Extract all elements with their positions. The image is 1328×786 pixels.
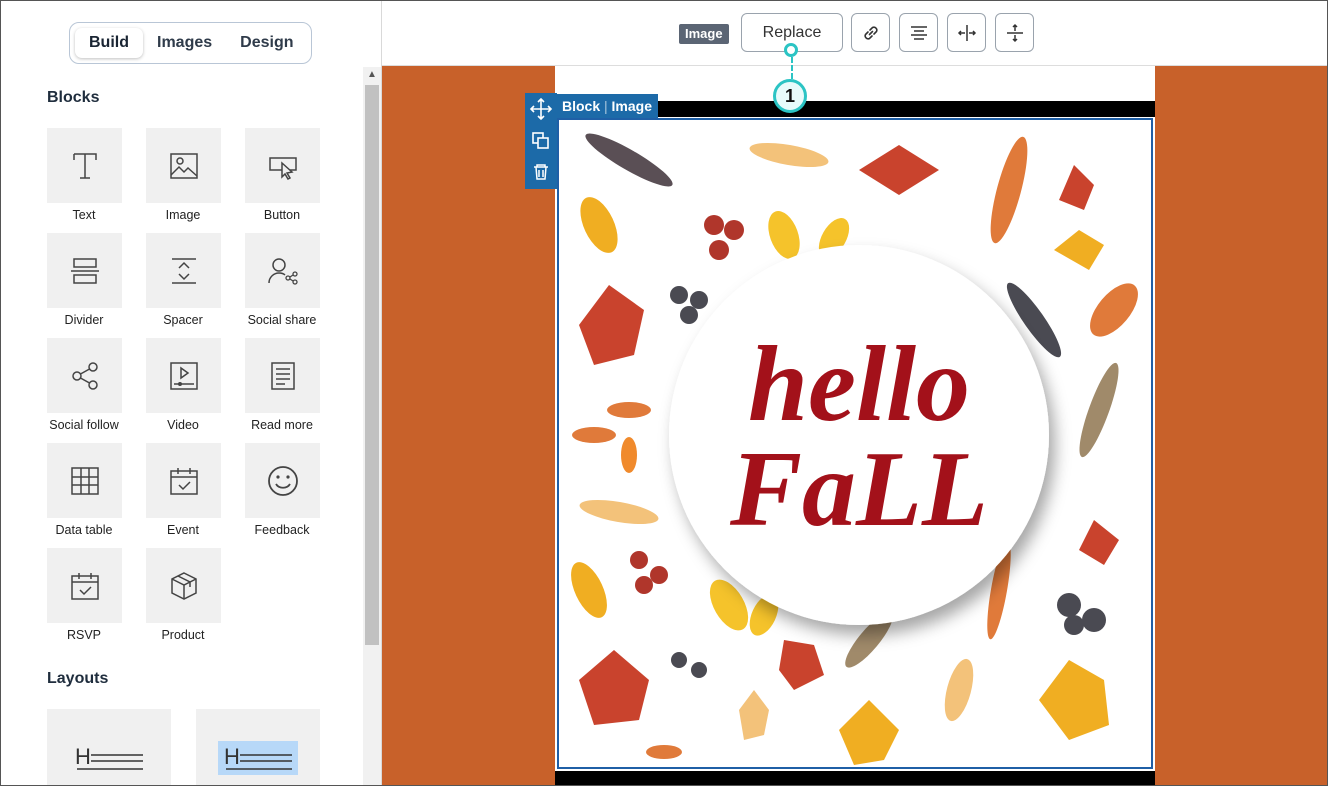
block-label: Divider (64, 313, 104, 327)
link-icon (863, 25, 878, 40)
block-label: Image (165, 208, 201, 222)
feedback-icon (267, 465, 298, 496)
block-label: Event (167, 523, 199, 537)
divider-icon (70, 257, 99, 284)
block-tools-icons (529, 97, 553, 180)
align-center-icon (910, 25, 927, 40)
callout-line (791, 57, 793, 79)
block-label: Text (72, 208, 96, 222)
image-bottom-border (555, 771, 1155, 785)
event-icon (169, 467, 198, 495)
duplicate-icon[interactable] (532, 132, 549, 149)
block-event[interactable] (146, 443, 221, 518)
block-text[interactable] (47, 128, 122, 203)
button-icon (268, 156, 297, 180)
blocks-title: Blocks (47, 89, 100, 106)
block-divider[interactable] (47, 233, 122, 308)
block-label: Social share (247, 313, 317, 327)
block-label: Spacer (163, 313, 203, 327)
block-tools (525, 93, 557, 189)
block-label: Product (161, 628, 205, 642)
block-label: Social follow (49, 418, 119, 432)
callout-number: 1 (773, 79, 807, 113)
block-label: RSVP (66, 628, 102, 642)
svg-text:H: H (75, 744, 91, 769)
data-table-icon (70, 466, 99, 495)
layouts-title: Layouts (47, 670, 109, 687)
block-product[interactable] (146, 548, 221, 623)
align-button[interactable] (899, 13, 938, 52)
image-icon (169, 152, 198, 179)
fit-height-button[interactable] (995, 13, 1034, 52)
sidebar-tabs: Build Images Design (69, 22, 312, 64)
image-text-hello: hello (748, 325, 970, 444)
block-label: Read more (251, 418, 313, 432)
social-share-icon (267, 257, 298, 285)
fit-width-button[interactable] (947, 13, 986, 52)
block-rsvp[interactable] (47, 548, 122, 623)
layout-heading-text[interactable]: H (47, 709, 171, 785)
block-label: Button (263, 208, 301, 222)
fit-height-icon (1006, 23, 1023, 42)
sidebar-scroll-thumb[interactable] (365, 85, 379, 645)
block-image[interactable] (146, 128, 221, 203)
block-spacer[interactable] (146, 233, 221, 308)
layout-heading-highlight[interactable]: H (196, 709, 320, 785)
image-block[interactable]: hello FaLL (557, 118, 1153, 769)
block-label: Video (167, 418, 199, 432)
tab-images[interactable]: Images (143, 28, 226, 58)
app-frame: Build Images Design Blocks Text Image Bu… (0, 0, 1328, 786)
block-label-text: Block (562, 98, 601, 114)
block-feedback[interactable] (245, 443, 320, 518)
sidebar: Build Images Design Blocks Text Image Bu… (1, 1, 382, 785)
block-social-share[interactable] (245, 233, 320, 308)
text-icon (72, 152, 97, 179)
svg-text:H: H (224, 744, 240, 769)
callout-anchor (784, 43, 798, 57)
block-data-table[interactable] (47, 443, 122, 518)
block-label: Feedback (254, 523, 310, 537)
fit-width-icon (957, 24, 976, 41)
block-label: Data table (55, 523, 113, 537)
block-label-tag: Block | Image (556, 94, 659, 118)
tab-build[interactable]: Build (75, 28, 143, 58)
social-follow-icon (71, 361, 98, 390)
spacer-icon (171, 257, 196, 284)
tab-design[interactable]: Design (226, 28, 307, 58)
rsvp-icon (70, 572, 99, 600)
delete-icon[interactable] (534, 164, 548, 180)
selected-type-badge: Image (679, 24, 729, 44)
video-icon (169, 361, 198, 390)
heading-layout-icon: H (75, 744, 143, 770)
image-text-fall: FaLL (729, 430, 988, 549)
block-type-text: Image (611, 98, 653, 114)
scroll-up-arrow-icon[interactable]: ▲ (363, 67, 381, 83)
product-icon (170, 571, 197, 600)
block-social-follow[interactable] (47, 338, 122, 413)
move-icon[interactable] (529, 97, 553, 121)
link-button[interactable] (851, 13, 890, 52)
block-video[interactable] (146, 338, 221, 413)
hello-fall-image: hello FaLL (571, 133, 1138, 765)
heading-highlight-layout-icon: H (218, 741, 298, 775)
read-more-icon (270, 361, 295, 390)
block-button[interactable] (245, 128, 320, 203)
block-read-more[interactable] (245, 338, 320, 413)
